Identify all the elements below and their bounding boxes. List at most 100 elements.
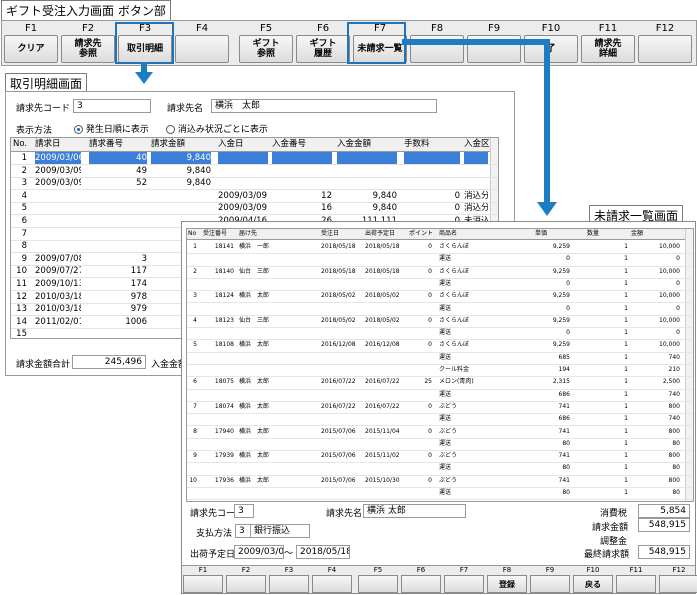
unbilled-cell: 0 xyxy=(428,243,432,250)
unbilled-fkey-f11[interactable]: F11 xyxy=(615,566,657,593)
unbilled-row[interactable]: 3 18124 横浜 太郎 2018/05/02 2018/05/02 0 さくらんぼ 9,2… xyxy=(187,290,693,304)
fkey-button[interactable] xyxy=(659,575,697,593)
radio-by-status[interactable]: 消込み状況ごとに表示 xyxy=(166,122,268,135)
unbilled-row[interactable]: 運送 0 1 0 xyxy=(187,327,693,341)
detail-col-header[interactable]: 手数料 xyxy=(404,138,464,150)
unbilled-row[interactable]: 運送 80 1 80 xyxy=(187,462,693,476)
fkey-button[interactable] xyxy=(226,575,266,593)
fkey-button[interactable] xyxy=(616,575,656,593)
unbilled-row[interactable]: 運送 0 1 0 xyxy=(187,278,693,292)
detail-col-header[interactable]: 請求日 xyxy=(35,138,85,150)
unbilled-cell xyxy=(321,462,358,474)
detail-row[interactable]: 2 2009/03/09 49 9,840 xyxy=(11,165,498,178)
unbilled-fkey-f10[interactable]: F10 戻る xyxy=(572,566,614,593)
detail-cell xyxy=(404,177,460,189)
unbilled-row[interactable]: 運送 686 1 740 xyxy=(187,389,693,402)
detail-cell: 2009/03/09 xyxy=(218,203,267,214)
unbilled-row[interactable]: 運送 80 1 80 xyxy=(187,487,693,501)
fkey-button[interactable]: 戻る xyxy=(573,575,613,593)
detail-row[interactable]: 1 2009/03/06 40 9,840 xyxy=(11,152,498,165)
ship-date-from[interactable]: 2009/03/03 xyxy=(234,545,284,559)
detail-col-header[interactable]: No. xyxy=(13,138,31,150)
unbilled-row[interactable]: 運送 0 1 0 xyxy=(187,303,693,316)
unbilled-row[interactable]: 8 17940 横浜 太郎 2015/07/06 2015/11/04 0 ぶどう 741 1 8… xyxy=(187,426,693,439)
detail-row[interactable]: 3 2009/03/09 52 9,840 xyxy=(11,177,498,191)
fkey-button[interactable] xyxy=(183,575,223,593)
unbilled-col-header[interactable]: 単価 xyxy=(535,229,573,238)
detail-name-input[interactable]: 横浜 太郎 xyxy=(211,99,437,113)
fkey-button[interactable] xyxy=(401,575,441,593)
fkey-button[interactable] xyxy=(358,575,398,593)
unbilled-row[interactable]: 5 18108 横浜 太郎 2016/12/08 2016/12/08 0 さくらんぼ 9,2… xyxy=(187,339,693,353)
unbilled-cell xyxy=(409,253,432,265)
detail-col-header[interactable]: 入金区 xyxy=(464,138,492,150)
detail-col-header[interactable]: 請求金額 xyxy=(151,138,215,150)
arrow-f7-horizontal xyxy=(402,39,550,45)
unbilled-cell: 2,500 xyxy=(662,378,680,386)
fkey-button[interactable] xyxy=(312,575,352,593)
unbilled-fkey-f1[interactable]: F1 xyxy=(182,566,224,593)
pay-method-code[interactable]: 3 xyxy=(235,524,251,538)
unbilled-cell xyxy=(365,462,406,474)
unbilled-cell: 運送 xyxy=(439,329,452,337)
detail-col-header[interactable]: 入金番号 xyxy=(272,138,336,150)
unbilled-fkey-f7[interactable]: F7 xyxy=(443,566,485,593)
radio-by-date[interactable]: 発生日順に表示 xyxy=(74,122,149,135)
unbilled-row[interactable]: クール料金 194 1 210 xyxy=(187,364,693,378)
unbilled-col-header[interactable]: 出荷予定日 xyxy=(365,229,409,238)
unbilled-fkey-f2[interactable]: F2 xyxy=(225,566,267,593)
unbilled-row[interactable]: 6 18075 横浜 太郎 2016/07/22 2016/07/22 25 メロン(青肉)… xyxy=(187,376,693,390)
unbilled-row[interactable]: 10 17936 横浜 太郎 2015/07/06 2015/10/30 0 ぶどう 741 1… xyxy=(187,475,693,488)
unbilled-row[interactable]: 1 18141 横浜 一郎 2018/05/18 2018/05/18 0 さくらんぼ 9,2… xyxy=(187,241,693,255)
ship-date-to[interactable]: 2018/05/18 xyxy=(296,545,350,559)
unbilled-fkey-f4[interactable]: F4 xyxy=(311,566,353,593)
detail-cell xyxy=(89,215,147,227)
unbilled-fkey-f3[interactable]: F3 xyxy=(268,566,310,593)
unbilled-cell xyxy=(188,303,197,315)
unbilled-col-header[interactable]: No xyxy=(188,229,200,238)
fkey-button[interactable]: 登録 xyxy=(487,575,527,593)
fkey-button[interactable] xyxy=(530,575,570,593)
detail-col-header[interactable]: 入金日 xyxy=(218,138,272,150)
unbilled-fkey-f8[interactable]: F8 登録 xyxy=(486,566,528,593)
unbilled-col-header[interactable]: 商品名 xyxy=(439,229,515,238)
detail-row[interactable]: 4 2009/03/09 12 9,840 0 消込分 xyxy=(11,190,498,203)
unbilled-row[interactable]: 2 18140 仙台 三郎 2018/05/18 2018/05/18 0 さくらんぼ 9,2… xyxy=(187,266,693,279)
detail-code-input[interactable]: 3 xyxy=(73,99,151,113)
unbilled-code-input[interactable]: 3 xyxy=(234,504,254,518)
unbilled-row[interactable]: 7 18074 横浜 太郎 2016/07/22 2016/07/22 0 ぶどう 741 1 8… xyxy=(187,401,693,415)
unbilled-row[interactable]: 運送 80 1 80 xyxy=(187,438,693,452)
unbilled-row[interactable]: 運送 686 1 740 xyxy=(187,413,693,427)
detail-cell: 2010/03/18 xyxy=(35,291,81,302)
unbilled-fkey-f9[interactable]: F9 xyxy=(529,566,571,593)
unbilled-col-header[interactable]: 金額 xyxy=(631,229,683,238)
unbilled-cell xyxy=(188,413,197,425)
detail-cell xyxy=(272,152,332,164)
unbilled-col-header[interactable]: ポイント xyxy=(409,229,435,238)
unbilled-col-header[interactable]: 数量 xyxy=(587,229,631,238)
unbilled-cell: 741 xyxy=(558,402,570,410)
unbilled-col-header[interactable]: 受注番号 xyxy=(203,229,237,238)
detail-col-header[interactable]: 請求番号 xyxy=(89,138,151,150)
detail-col-header[interactable]: 入金金額 xyxy=(337,138,401,150)
fkey-button[interactable] xyxy=(269,575,309,593)
unbilled-cell xyxy=(203,303,234,315)
unbilled-col-header[interactable]: 届け先 xyxy=(239,229,291,238)
unbilled-row[interactable]: 運送 0 1 0 xyxy=(187,253,693,267)
unbilled-row[interactable]: 運送 685 1 740 xyxy=(187,352,693,365)
unbilled-fkey-f6[interactable]: F6 xyxy=(400,566,442,593)
unbilled-cell: 運送 xyxy=(439,304,452,312)
fkey-number: F12 xyxy=(672,566,686,574)
unbilled-row[interactable]: 9 17939 横浜 太郎 2015/07/06 2015/11/02 0 ぶどう 741 1 8… xyxy=(187,450,693,464)
unbilled-cell: 1 xyxy=(624,476,628,484)
unbilled-name-input[interactable]: 横浜 太郎 xyxy=(363,504,466,518)
tax-label: 消費税 xyxy=(600,509,628,519)
unbilled-fkey-f12[interactable]: F12 xyxy=(658,566,697,593)
unbilled-fkey-f5[interactable]: F5 xyxy=(357,566,399,593)
detail-row[interactable]: 5 2009/03/09 16 9,840 0 消込分 xyxy=(11,202,498,216)
unbilled-row[interactable]: 4 18123 仙台 三郎 2018/05/02 2018/05/02 0 さくらんぼ 9,2… xyxy=(187,315,693,329)
unbilled-col-header[interactable]: 受注日 xyxy=(321,229,361,238)
pay-method-value[interactable]: 銀行振込 xyxy=(250,524,310,538)
unbilled-cell: 80 xyxy=(562,489,570,496)
fkey-button[interactable] xyxy=(444,575,484,593)
